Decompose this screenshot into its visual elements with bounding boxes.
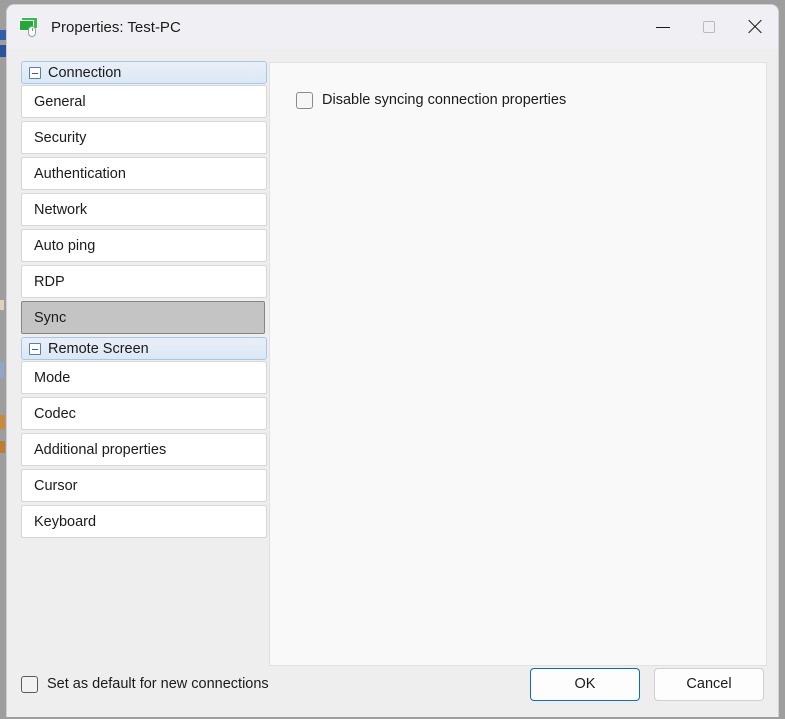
- tree-group-label: Connection: [48, 65, 121, 81]
- sidebar-item-additional-properties[interactable]: Additional properties: [21, 433, 267, 466]
- collapse-minus-icon[interactable]: [29, 343, 41, 355]
- settings-content-pane: Disable syncing connection properties: [269, 62, 767, 666]
- sidebar-item-label: Codec: [34, 406, 76, 422]
- sidebar-item-label: Cursor: [34, 478, 78, 494]
- titlebar: Properties: Test-PC: [7, 5, 778, 49]
- minimize-icon: [656, 27, 670, 28]
- sidebar-item-codec[interactable]: Codec: [21, 397, 267, 430]
- sidebar-item-label: Security: [34, 130, 86, 146]
- tree-group-label: Remote Screen: [48, 341, 149, 357]
- close-icon: [747, 19, 763, 35]
- disable-syncing-connection-properties-row[interactable]: Disable syncing connection properties: [270, 63, 766, 109]
- set-as-default-label: Set as default for new connections: [47, 676, 269, 692]
- close-button[interactable]: [732, 5, 778, 49]
- titlebar-left: Properties: Test-PC: [7, 5, 181, 49]
- background-window-artifact: [0, 300, 4, 310]
- sidebar-item-rdp[interactable]: RDP: [21, 265, 267, 298]
- dialog-body: Connection General Security Authenticati…: [7, 49, 778, 717]
- sidebar-item-label: Mode: [34, 370, 70, 386]
- sidebar-item-authentication[interactable]: Authentication: [21, 157, 267, 190]
- background-window-artifact: [0, 362, 4, 378]
- properties-dialog-window: Properties: Test-PC Connection General: [6, 4, 779, 717]
- remote-desktop-monitor-icon: [19, 17, 41, 37]
- background-window-artifact: [0, 441, 5, 453]
- sidebar-item-cursor[interactable]: Cursor: [21, 469, 267, 502]
- disable-syncing-checkbox[interactable]: [296, 92, 313, 109]
- tree-group-connection[interactable]: Connection: [21, 61, 267, 84]
- window-title: Properties: Test-PC: [51, 19, 181, 36]
- sidebar-item-network[interactable]: Network: [21, 193, 267, 226]
- set-as-default-checkbox[interactable]: [21, 676, 38, 693]
- maximize-icon: [703, 21, 715, 33]
- tree-group-remote-screen[interactable]: Remote Screen: [21, 337, 267, 360]
- footer-button-group: OK Cancel: [530, 668, 764, 701]
- sidebar-item-label: Authentication: [34, 166, 126, 182]
- sidebar-item-label: Additional properties: [34, 442, 166, 458]
- background-window-artifact: [0, 415, 5, 429]
- collapse-minus-icon[interactable]: [29, 67, 41, 79]
- window-controls: [640, 5, 778, 49]
- sidebar-item-sync[interactable]: Sync: [21, 301, 265, 334]
- settings-category-tree: Connection General Security Authenticati…: [21, 61, 267, 541]
- sidebar-item-label: Sync: [34, 310, 66, 326]
- sidebar-item-security[interactable]: Security: [21, 121, 267, 154]
- sidebar-item-auto-ping[interactable]: Auto ping: [21, 229, 267, 262]
- sidebar-item-label: Network: [34, 202, 87, 218]
- disable-syncing-label: Disable syncing connection properties: [322, 91, 566, 109]
- sidebar-item-mode[interactable]: Mode: [21, 361, 267, 394]
- sidebar-item-label: General: [34, 94, 86, 110]
- sidebar-item-keyboard[interactable]: Keyboard: [21, 505, 267, 538]
- sidebar-item-general[interactable]: General: [21, 85, 267, 118]
- minimize-button[interactable]: [640, 5, 686, 49]
- set-as-default-row[interactable]: Set as default for new connections: [21, 675, 269, 693]
- sidebar-item-label: RDP: [34, 274, 65, 290]
- cancel-button[interactable]: Cancel: [654, 668, 764, 701]
- sidebar-item-label: Keyboard: [34, 514, 96, 530]
- dialog-footer: Set as default for new connections OK Ca…: [7, 651, 778, 717]
- sidebar-item-label: Auto ping: [34, 238, 95, 254]
- maximize-button[interactable]: [686, 5, 732, 49]
- ok-button[interactable]: OK: [530, 668, 640, 701]
